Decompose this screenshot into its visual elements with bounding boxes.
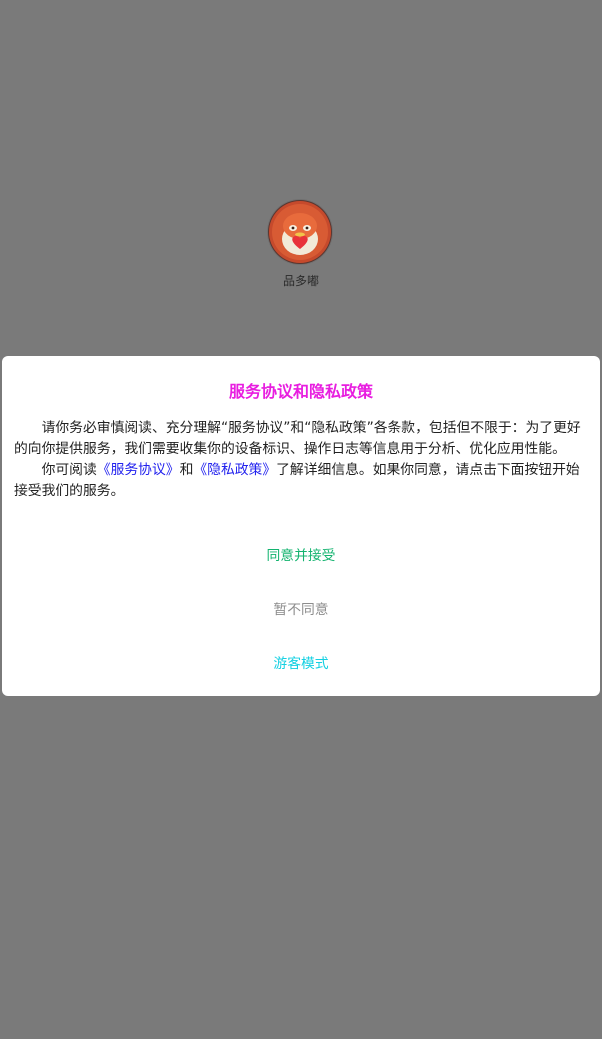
agree-button[interactable]: 同意并接受 (2, 544, 600, 564)
dialog-title: 服务协议和隐私政策 (228, 382, 373, 401)
app-logo (268, 200, 332, 264)
dialog-body: 请你务必审慎阅读、充分理解“服务协议”和“隐私政策”各条款，包括但不限于：为了更… (14, 418, 586, 502)
disagree-button[interactable]: 暂不同意 (2, 598, 600, 618)
mascot-icon (269, 201, 331, 263)
privacy-dialog: 服务协议和隐私政策 请你务必审慎阅读、充分理解“服务协议”和“隐私政策”各条款，… (2, 356, 600, 696)
app-name-label: 品多嘟 (282, 274, 319, 288)
privacy-policy-link[interactable]: 《隐私政策》 (193, 462, 276, 478)
policy-paragraph-2: 你可阅读《服务协议》和《隐私政策》了解详细信息。如果你同意，请点击下面按钮开始接… (14, 460, 586, 502)
guest-mode-button[interactable]: 游客模式 (2, 652, 600, 672)
service-agreement-link[interactable]: 《服务协议》 (97, 462, 180, 478)
and-text: 和 (179, 462, 194, 478)
policy-paragraph-1: 请你务必审慎阅读、充分理解“服务协议”和“隐私政策”各条款，包括但不限于：为了更… (14, 420, 581, 457)
read-prefix-text: 你可阅读 (41, 462, 97, 478)
